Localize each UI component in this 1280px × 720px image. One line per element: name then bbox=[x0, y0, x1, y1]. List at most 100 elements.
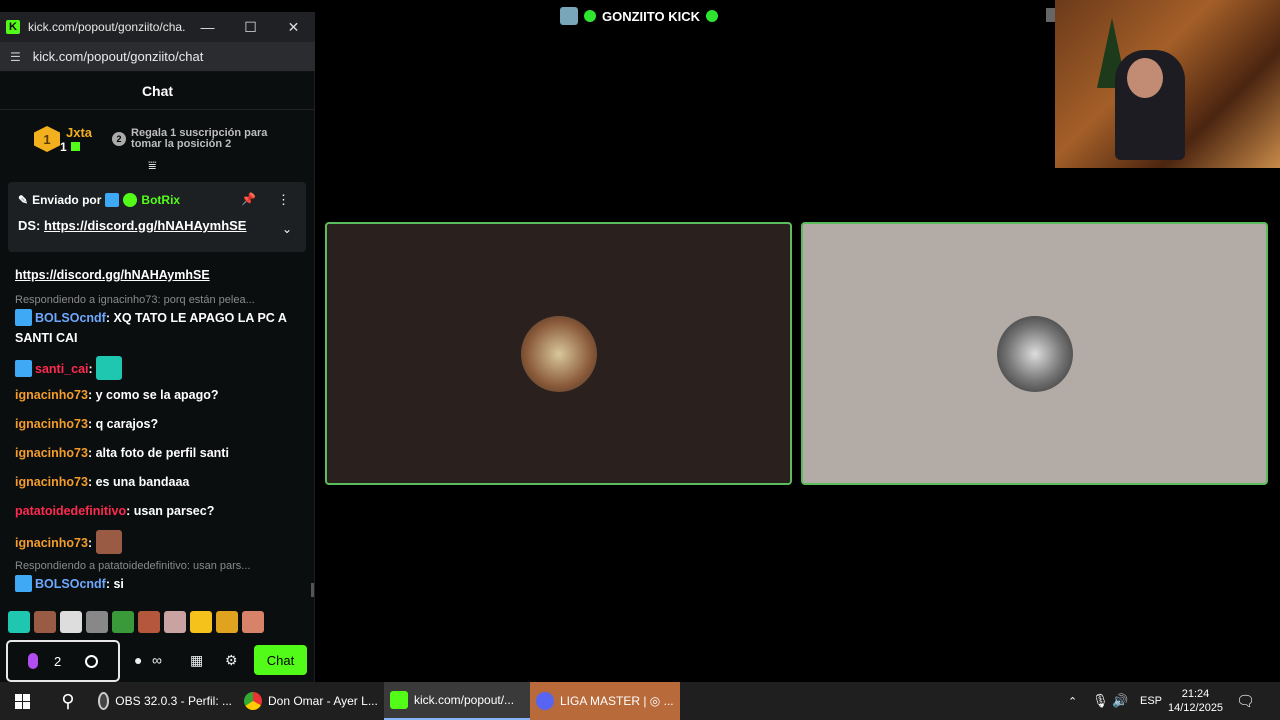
emote-icon bbox=[96, 356, 123, 380]
taskbar-app-kick[interactable]: kick.com/popout/... bbox=[384, 682, 530, 720]
emoji-icon[interactable] bbox=[85, 654, 99, 668]
minimize-button[interactable]: — bbox=[186, 19, 229, 35]
emote-icon[interactable] bbox=[216, 611, 238, 633]
emote-icon[interactable] bbox=[190, 611, 212, 633]
send-chat-button[interactable]: Chat bbox=[254, 645, 307, 675]
chat-header: Chat bbox=[0, 72, 315, 110]
tray-overflow-icon[interactable]: ⌃ bbox=[1068, 682, 1077, 720]
address-bar[interactable]: ☰ kick.com/popout/gonziito/chat bbox=[0, 42, 315, 72]
sent-by-label: Enviado por bbox=[32, 193, 102, 207]
store-icon[interactable]: ▦ bbox=[190, 652, 203, 669]
list-item: ignacinho73: y como se la apago? bbox=[15, 388, 219, 402]
stream-title-bar: GONZIITO KICK bbox=[560, 6, 718, 26]
quick-emote-bar bbox=[8, 611, 308, 637]
pending-count: 2 bbox=[54, 653, 62, 669]
infinity-icon[interactable]: ∞ bbox=[152, 652, 162, 668]
emote-icon[interactable] bbox=[86, 611, 108, 633]
url-text: kick.com/popout/gonziito/chat bbox=[32, 49, 204, 64]
chat-title: Chat bbox=[141, 82, 174, 99]
collapse-toggle-icon[interactable]: ⩸ bbox=[148, 157, 157, 174]
gear-icon[interactable]: ⚙ bbox=[225, 652, 238, 669]
emote-icon[interactable] bbox=[34, 611, 56, 633]
obs-icon bbox=[98, 692, 110, 710]
streamer-head bbox=[1127, 58, 1163, 98]
participant-avatar bbox=[520, 315, 597, 392]
microphone-tray-icon[interactable]: 🎙 bbox=[1092, 682, 1109, 720]
chat-link[interactable]: https://discord.gg/hNAHAymhSE bbox=[15, 268, 210, 282]
chat-username[interactable]: ignacinho73 bbox=[15, 388, 88, 402]
badge-icon bbox=[15, 360, 32, 377]
time: 21:24 bbox=[1181, 688, 1210, 700]
windows-taskbar: ⚲ OBS 32.0.3 - Perfil: ... Don Omar - Ay… bbox=[0, 682, 1280, 720]
taskbar-app-obs[interactable]: OBS 32.0.3 - Perfil: ... bbox=[92, 682, 238, 720]
app-icon bbox=[560, 7, 578, 25]
list-item: BOLSOcndf: XQ TATO LE APAGO LA PC A SANT… bbox=[15, 308, 300, 348]
list-item: BOLSOcndf: si bbox=[15, 574, 300, 594]
pinned-text: DS: https://discord.gg/hNAHAymhSE bbox=[18, 218, 247, 233]
emote-icon[interactable] bbox=[138, 611, 160, 633]
list-item: ignacinho73: alta foto de perfil santi bbox=[15, 446, 229, 460]
chrome-icon bbox=[244, 692, 262, 710]
list-item: ignacinho73: bbox=[15, 530, 300, 554]
chat-username[interactable]: ignacinho73 bbox=[15, 417, 88, 431]
emote-icon[interactable] bbox=[60, 611, 82, 633]
call-tile-participant-2[interactable] bbox=[801, 222, 1268, 485]
emote-icon[interactable] bbox=[8, 611, 30, 633]
chat-username[interactable]: BOLSOcndf bbox=[35, 311, 106, 325]
list-item: ignacinho73: es una bandaaa bbox=[15, 475, 190, 489]
taskbar-app-discord[interactable]: LIGA MASTER | ◎ ... bbox=[530, 682, 680, 720]
notification-icon[interactable]: 🗨 bbox=[1236, 682, 1255, 720]
taskbar-app-chrome[interactable]: Don Omar - Ayer L... bbox=[238, 682, 384, 720]
language-indicator[interactable]: ESP bbox=[1140, 682, 1162, 720]
chat-input-bar: 2 ● ∞ ▦ ⚙ Chat bbox=[6, 640, 307, 682]
microphone-icon[interactable] bbox=[28, 653, 38, 669]
start-button[interactable] bbox=[0, 682, 44, 720]
clock[interactable]: 21:24 14/12/2025 bbox=[1168, 682, 1223, 720]
chat-input[interactable]: 2 bbox=[6, 640, 120, 682]
bot-badge-icon bbox=[105, 193, 120, 207]
share-icon[interactable]: ● bbox=[134, 652, 142, 668]
date: 14/12/2025 bbox=[1168, 702, 1224, 714]
rank-medal-icon: 1 bbox=[34, 126, 60, 152]
chat-username[interactable]: patatoidedefinitivo bbox=[15, 504, 126, 518]
list-item: https://discord.gg/hNAHAymhSE bbox=[15, 265, 300, 285]
webcam-feed bbox=[1055, 0, 1280, 168]
more-options-icon[interactable]: ⋮ bbox=[277, 192, 290, 208]
discord-link[interactable]: https://discord.gg/hNAHAymhSE bbox=[44, 218, 246, 233]
reply-context[interactable]: Respondiendo a ignacinho73: porq están p… bbox=[15, 294, 300, 306]
emote-icon[interactable] bbox=[112, 611, 134, 633]
leader-name: Jxta bbox=[66, 124, 93, 140]
chat-messages: https://discord.gg/hNAHAymhSE Respondien… bbox=[0, 255, 315, 595]
window-titlebar: K kick.com/popout/gonziito/cha... — ☐ ✕ bbox=[0, 12, 315, 42]
kick-logo-icon bbox=[390, 691, 408, 709]
chat-username[interactable]: ignacinho73 bbox=[15, 446, 88, 460]
close-button[interactable]: ✕ bbox=[272, 19, 315, 36]
chat-username[interactable]: ignacinho73 bbox=[15, 475, 88, 489]
volume-icon[interactable]: 🔊 bbox=[1112, 682, 1128, 720]
site-settings-icon[interactable]: ☰ bbox=[10, 50, 21, 64]
chat-username[interactable]: BOLSOcndf bbox=[35, 577, 106, 591]
search-icon[interactable]: ⚲ bbox=[44, 682, 92, 720]
kick-logo-icon: K bbox=[6, 20, 20, 34]
live-dot-icon bbox=[584, 10, 596, 22]
gift-prompt: Regala 1 suscripción para tomar la posic… bbox=[131, 127, 268, 150]
unpin-icon[interactable]: 📌 bbox=[241, 192, 256, 206]
pin-icon: ✎ bbox=[18, 193, 29, 207]
reply-context[interactable]: Respondiendo a patatoidedefinitivo: usan… bbox=[15, 560, 300, 572]
emote-icon[interactable] bbox=[164, 611, 186, 633]
badge-icon bbox=[15, 309, 32, 326]
verified-badge-icon bbox=[123, 193, 138, 207]
bot-name[interactable]: BotRix bbox=[141, 193, 180, 207]
emote-icon[interactable] bbox=[242, 611, 264, 633]
chat-scrollbar[interactable] bbox=[311, 583, 314, 597]
call-tile-participant-1[interactable] bbox=[325, 222, 792, 485]
next-rank-badge: 2 bbox=[112, 132, 127, 146]
stream-title: GONZIITO KICK bbox=[602, 8, 700, 24]
chevron-down-icon[interactable]: ⌄ bbox=[282, 222, 292, 236]
emote-icon bbox=[95, 530, 122, 554]
maximize-button[interactable]: ☐ bbox=[229, 19, 272, 36]
gift-leaderboard[interactable]: 1 Jxta 1 2 Regala 1 suscripción para tom… bbox=[0, 110, 315, 168]
chat-username[interactable]: ignacinho73 bbox=[15, 536, 88, 550]
chat-username[interactable]: santi_cai bbox=[35, 362, 89, 376]
pinned-message[interactable]: ✎ Enviado por BotRix 📌 ⋮ DS: https://dis… bbox=[8, 182, 306, 252]
